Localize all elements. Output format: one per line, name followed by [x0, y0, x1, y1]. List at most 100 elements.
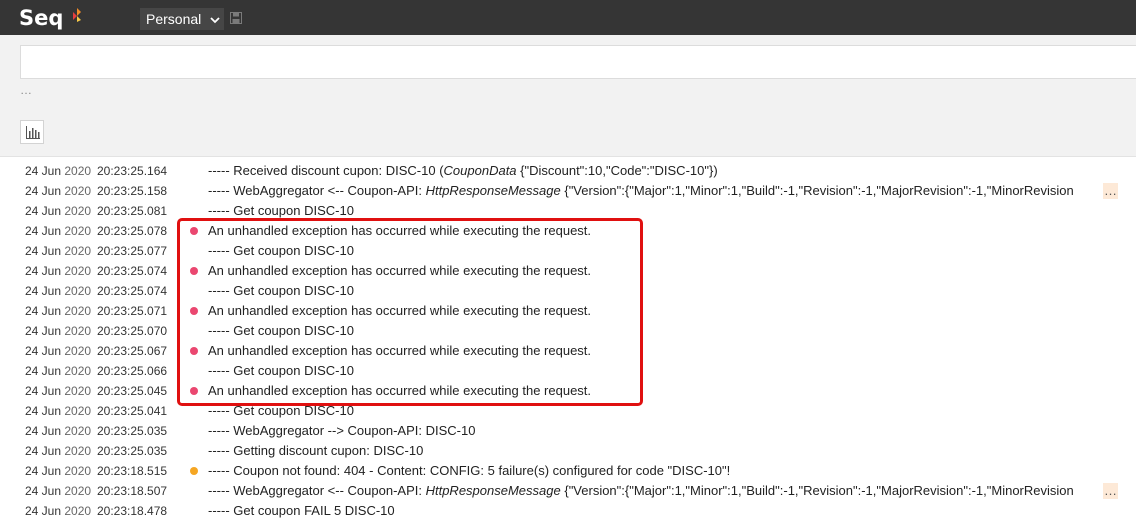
event-message: ----- Get coupon DISC-10: [208, 281, 1118, 301]
event-date-year: 2020: [64, 324, 92, 338]
error-level-icon: [190, 387, 198, 395]
event-time: 20:23:25.070: [97, 324, 168, 338]
event-date-year: 2020: [64, 444, 92, 458]
event-date-year: 2020: [64, 264, 92, 278]
event-time: 20:23:25.071: [97, 304, 168, 318]
truncation-ellipsis: …: [1103, 183, 1118, 199]
workspace-selector[interactable]: Personal: [140, 8, 225, 30]
event-message-text: ----- Get coupon DISC-10: [208, 283, 354, 298]
event-date-year: 2020: [64, 364, 92, 378]
event-time: 20:23:25.081: [97, 204, 168, 218]
event-message: ----- Get coupon DISC-10: [208, 321, 1118, 341]
event-row[interactable]: 24 Jun 2020 20:23:18.478 ----- Get coupon …: [0, 501, 1136, 521]
event-time: 20:23:25.158: [97, 184, 168, 198]
event-date-year: 2020: [64, 344, 92, 358]
event-message-text: An unhandled exception has occurred whil…: [208, 383, 592, 398]
event-row[interactable]: 24 Jun 2020 20:23:25.071 An unhandled exce…: [0, 301, 1136, 321]
event-date-day: 24 Jun: [25, 404, 62, 418]
event-row[interactable]: 24 Jun 2020 20:23:25.045 An unhandled exce…: [0, 381, 1136, 401]
event-date-day: 24 Jun: [25, 504, 62, 518]
event-date: 24 Jun 2020: [25, 201, 91, 221]
error-level-icon: [190, 227, 198, 235]
event-date-day: 24 Jun: [25, 224, 62, 238]
event-date-day: 24 Jun: [25, 264, 62, 278]
event-time: 20:23:18.515: [97, 464, 168, 478]
search-input[interactable]: [20, 45, 1136, 79]
event-date: 24 Jun 2020: [25, 481, 91, 501]
event-row[interactable]: 24 Jun 2020 20:23:25.078 An unhandled exce…: [0, 221, 1136, 241]
event-message-text: ----- Get coupon DISC-10: [208, 323, 354, 338]
event-message-text: ----- Get coupon FAIL 5 DISC-10: [208, 503, 395, 518]
event-message-type: HttpResponseMessage: [425, 183, 561, 198]
event-date-year: 2020: [64, 484, 92, 498]
event-date-day: 24 Jun: [25, 484, 62, 498]
signal-expander[interactable]: …: [20, 84, 33, 96]
event-date: 24 Jun 2020: [25, 421, 91, 441]
event-message: An unhandled exception has occurred whil…: [208, 261, 1118, 281]
event-date-year: 2020: [64, 284, 92, 298]
error-level-icon: [190, 267, 198, 275]
event-row[interactable]: 24 Jun 2020 20:23:18.507 ----- WebAggregat…: [0, 481, 1136, 501]
warning-level-icon: [190, 467, 198, 475]
event-row[interactable]: 24 Jun 2020 20:23:25.035 ----- Getting dis…: [0, 441, 1136, 461]
event-row[interactable]: 24 Jun 2020 20:23:18.515 ----- Coupon not …: [0, 461, 1136, 481]
event-date-year: 2020: [64, 424, 92, 438]
event-list: 24 Jun 2020 20:23:25.164 ----- Received di…: [0, 156, 1136, 524]
event-date: 24 Jun 2020: [25, 281, 91, 301]
event-date-day: 24 Jun: [25, 324, 62, 338]
event-date-year: 2020: [64, 504, 92, 518]
event-message-properties: {"Version":{"Major":1,"Minor":1,"Build":…: [560, 483, 1074, 498]
event-date: 24 Jun 2020: [25, 181, 91, 201]
workspace-label: Personal: [146, 11, 202, 27]
event-date: 24 Jun 2020: [25, 261, 91, 281]
event-message-text: ----- Get coupon DISC-10: [208, 403, 354, 418]
event-row[interactable]: 24 Jun 2020 20:23:25.074 An unhandled exce…: [0, 261, 1136, 281]
event-message-text: ----- WebAggregator <-- Coupon-API:: [208, 483, 426, 498]
app-logo[interactable]: Seq: [19, 5, 81, 31]
event-message: ----- WebAggregator <-- Coupon-API: Http…: [208, 481, 1118, 501]
event-message: An unhandled exception has occurred whil…: [208, 341, 1118, 361]
event-date-year: 2020: [64, 384, 92, 398]
event-time: 20:23:25.066: [97, 364, 168, 378]
event-date: 24 Jun 2020: [25, 381, 91, 401]
event-message: ----- WebAggregator <-- Coupon-API: Http…: [208, 181, 1118, 201]
event-row[interactable]: 24 Jun 2020 20:23:25.070 ----- Get coupon …: [0, 321, 1136, 341]
event-message: An unhandled exception has occurred whil…: [208, 221, 1118, 241]
event-row[interactable]: 24 Jun 2020 20:23:25.067 An unhandled exce…: [0, 341, 1136, 361]
event-row[interactable]: 24 Jun 2020 20:23:25.081 ----- Get coupon …: [0, 201, 1136, 221]
event-message: An unhandled exception has occurred whil…: [208, 301, 1118, 321]
event-date-year: 2020: [64, 304, 92, 318]
save-icon[interactable]: [230, 12, 242, 24]
event-date: 24 Jun 2020: [25, 161, 91, 181]
event-date-year: 2020: [64, 204, 92, 218]
event-row[interactable]: 24 Jun 2020 20:23:25.066 ----- Get coupon …: [0, 361, 1136, 381]
event-date: 24 Jun 2020: [25, 321, 91, 341]
event-message: ----- Get coupon DISC-10: [208, 201, 1118, 221]
event-message: ----- Get coupon DISC-10: [208, 361, 1118, 381]
event-message: ----- WebAggregator --> Coupon-API: DISC…: [208, 421, 1118, 441]
event-row[interactable]: 24 Jun 2020 20:23:25.035 ----- WebAggregat…: [0, 421, 1136, 441]
event-date-year: 2020: [64, 464, 92, 478]
bar-chart-icon: [26, 126, 40, 139]
chevron-down-icon: [210, 17, 220, 24]
event-message-text: An unhandled exception has occurred whil…: [208, 263, 592, 278]
event-date-day: 24 Jun: [25, 384, 62, 398]
event-date: 24 Jun 2020: [25, 441, 91, 461]
event-row[interactable]: 24 Jun 2020 20:23:25.041 ----- Get coupon …: [0, 401, 1136, 421]
event-date-day: 24 Jun: [25, 164, 62, 178]
event-date-day: 24 Jun: [25, 344, 62, 358]
event-row[interactable]: 24 Jun 2020 20:23:25.164 ----- Received di…: [0, 161, 1136, 181]
event-date-year: 2020: [64, 224, 92, 238]
event-message-text: ----- Coupon not found: 404 - Content: C…: [208, 463, 731, 478]
event-message-text: An unhandled exception has occurred whil…: [208, 343, 592, 358]
event-message: ----- Getting discount cupon: DISC-10: [208, 441, 1118, 461]
event-row[interactable]: 24 Jun 2020 20:23:25.074 ----- Get coupon …: [0, 281, 1136, 301]
event-time: 20:23:25.074: [97, 264, 168, 278]
histogram-toggle-button[interactable]: [20, 120, 44, 144]
event-message-text: ----- Getting discount cupon: DISC-10: [208, 443, 424, 458]
event-row[interactable]: 24 Jun 2020 20:23:25.158 ----- WebAggregat…: [0, 181, 1136, 201]
event-time: 20:23:25.035: [97, 424, 168, 438]
event-message: ----- Get coupon DISC-10: [208, 401, 1118, 421]
event-time: 20:23:25.041: [97, 404, 168, 418]
event-row[interactable]: 24 Jun 2020 20:23:25.077 ----- Get coupon …: [0, 241, 1136, 261]
